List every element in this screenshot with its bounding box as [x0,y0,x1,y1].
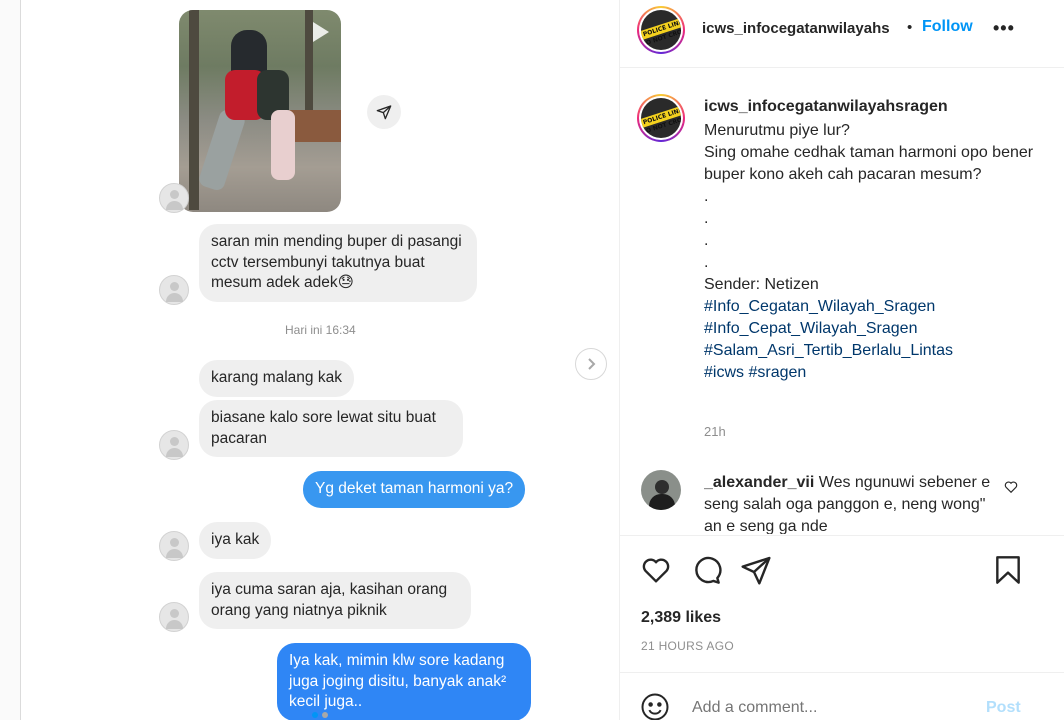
chat-bubble-received: iya kak [199,522,272,559]
follow-button[interactable]: Follow [922,18,973,36]
comment-like-button[interactable] [1004,480,1018,499]
comment: _alexander_vii Wes ngunuwi sebener e sen… [704,472,994,534]
caption-avatar[interactable]: POLICE LINE DO NOT CROSS [637,94,685,142]
avatar [159,430,189,460]
bookmark-icon [996,556,1020,584]
emoji-button[interactable] [640,692,670,720]
avatar [159,275,189,305]
emoji-icon [641,693,669,720]
hashtag-link[interactable]: #sragen [748,364,806,381]
chat-bubble-received: saran min mending buper di pasangi cctv … [199,224,477,302]
comment-icon [695,556,722,584]
send-icon [376,105,392,120]
post-container: saran min mending buper di pasangi cctv … [20,0,1064,720]
post-comment-button[interactable]: Post [986,699,1021,717]
caption-text: Menurutmu piye lur? Sing omahe cedhak ta… [704,120,1034,384]
carousel-indicator [312,712,328,718]
like-button[interactable] [640,554,672,591]
avatar [159,602,189,632]
send-icon [741,556,771,585]
caption-line: . [704,210,709,227]
comment-username[interactable]: _alexander_vii [704,474,814,491]
caption-line: . [704,232,709,249]
comment-button[interactable] [690,554,722,591]
chat-bubble-received: biasane kalo sore lewat situ buat pacara… [199,400,463,457]
post-side-panel: POLICE LINE DO NOT CROSS icws_infocegata… [619,0,1064,720]
caption-username[interactable]: icws_infocegatanwilayahsragen [704,98,948,116]
caption-line: . [704,254,709,271]
avatar [159,531,189,561]
caption-line: Sender: Netizen [704,276,819,293]
caption-line: Sing omahe cedhak taman harmoni opo bene… [704,144,1034,183]
carousel-dot-active [312,712,318,718]
add-comment-bar: Post [620,672,1064,720]
likes-count[interactable]: 2,389 likes [641,609,721,627]
profile-avatar[interactable]: POLICE LINE DO NOT CROSS [637,6,685,54]
chat-bubble-received: iya cuma saran aja, kasihan orang orang … [199,572,471,629]
chat-bubble-sent: Iya kak, mimin klw sore kadang juga jogi… [277,643,531,720]
avatar [159,183,189,213]
chat-bubble-sent: Yg deket taman harmoni ya? [303,471,526,508]
more-options-button[interactable]: ••• [993,18,1015,39]
chevron-right-icon [588,358,596,370]
caption-line: . [704,188,709,205]
hashtag-link[interactable]: #Info_Cegatan_Wilayah_Sragen [704,298,935,315]
heart-icon [1004,481,1018,494]
heart-icon [642,558,670,583]
hashtag-link[interactable]: #Info_Cepat_Wilayah_Sragen [704,320,917,337]
hashtag-link[interactable]: #Salam_Asri_Tertib_Berlalu_Lintas [704,342,953,359]
hashtag-link[interactable]: #icws [704,364,744,381]
comment-avatar[interactable] [641,470,681,510]
play-icon [313,22,329,42]
save-button[interactable] [992,554,1024,591]
carousel-dot [322,712,328,718]
comment-input[interactable] [692,699,972,717]
avatar-logo-text: POLICE LINE DO NOT CROSS [641,16,681,48]
share-video-button [367,95,401,129]
header-bullet: • [907,19,913,36]
post-time[interactable]: 21 HOURS AGO [641,639,734,653]
chat-screenshot: saran min mending buper di pasangi cctv … [139,0,539,720]
next-slide-button[interactable] [575,348,607,380]
chat-bubble-received: karang malang kak [199,360,354,397]
header-username[interactable]: icws_infocegatanwilayahs [702,20,890,37]
chat-timestamp: Hari ini 16:34 [285,323,356,337]
post-header: POLICE LINE DO NOT CROSS icws_infocegata… [620,0,1064,68]
video-thumbnail [179,10,341,212]
avatar-logo-text: POLICE LINE DO NOT CROSS [641,104,681,136]
caption-time[interactable]: 21h [704,424,726,439]
share-button[interactable] [740,554,772,591]
caption-line: Menurutmu piye lur? [704,122,850,139]
post-media[interactable]: saran min mending buper di pasangi cctv … [21,0,619,720]
